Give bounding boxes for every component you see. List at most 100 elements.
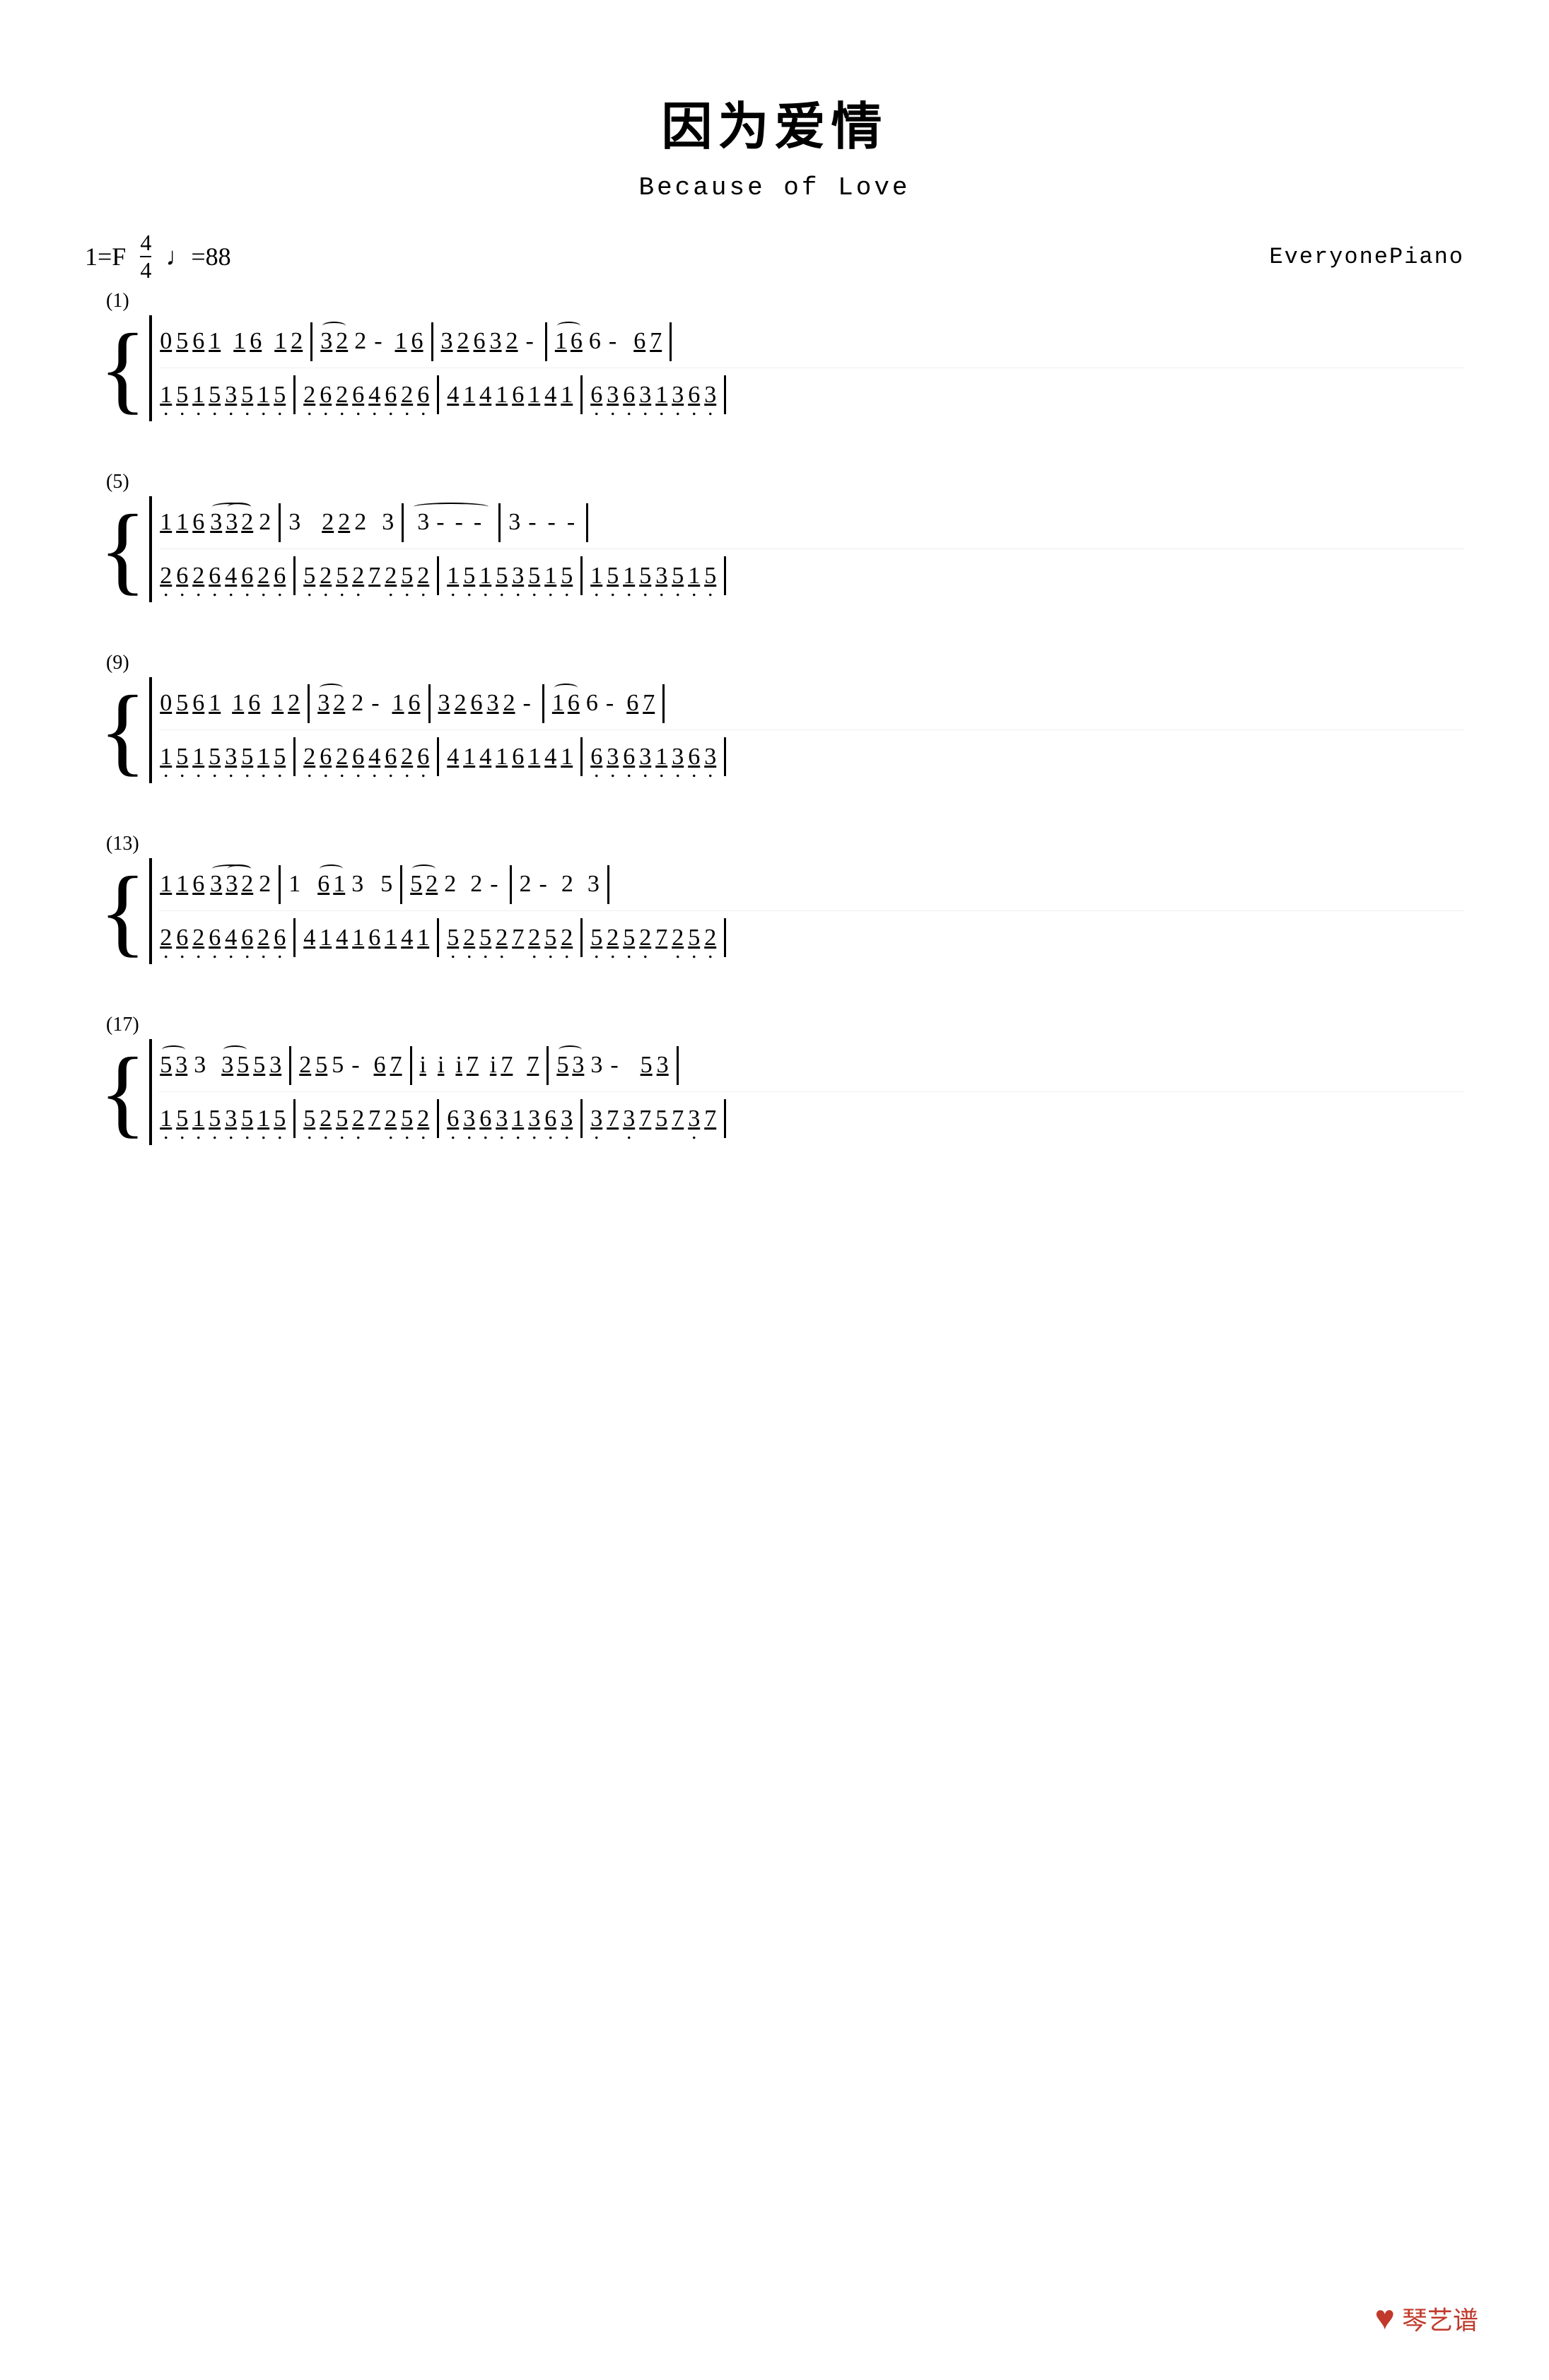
note: 2 [291, 326, 303, 357]
note: 1 [176, 507, 188, 538]
section-4: (13) { 1 1 6 3 3 2 2 [85, 833, 1464, 964]
brand-label: EveryonePiano [1269, 244, 1464, 270]
note: 3 [657, 1050, 669, 1081]
measure-4-upper: 1 6 6 - 6 7 [554, 326, 662, 357]
note: 2 [192, 922, 204, 954]
measure-14-upper: 1 6 1 3 5 [288, 869, 393, 900]
bar-line [510, 865, 512, 904]
bar-line-end [724, 375, 726, 414]
note: 6 [192, 507, 204, 538]
bar-line [279, 503, 281, 542]
note: 3 [590, 1050, 602, 1081]
note: 6 [317, 869, 329, 900]
dash: - [371, 690, 379, 717]
slur-group: 5 3 [556, 1050, 585, 1081]
slur-group: 3 5 [221, 1050, 250, 1081]
note: 2 [455, 688, 467, 719]
note: 4 [479, 380, 491, 411]
note: 2 [352, 561, 364, 592]
note: 2 [288, 688, 300, 719]
slur-group: 3 3 2 [209, 507, 254, 538]
note: 1 [233, 326, 245, 357]
dash: - [548, 509, 556, 536]
note: 6 [250, 326, 262, 357]
note: 6 [385, 380, 397, 411]
note: 3 [639, 741, 651, 773]
measure-3-upper: 3 2 6 3 2 - [440, 326, 538, 357]
measure-19-lower: 6 3 6 3 1 3 6 3 [446, 1103, 573, 1135]
measure-10-upper: 3 2 2 - 1 6 [317, 688, 421, 719]
note: 3 [225, 380, 237, 411]
note: 1 [561, 741, 573, 773]
measure-12-upper: 1 6 6 - 6 7 [551, 688, 655, 719]
note: 2 [257, 561, 269, 592]
note: 2 [417, 561, 429, 592]
note: 1 [352, 922, 364, 954]
bar-line [293, 737, 296, 776]
note: 6 [571, 326, 583, 357]
note: 2 [561, 869, 573, 900]
note: 6 [544, 1103, 556, 1135]
note: 4 [368, 741, 380, 773]
brace-3: { [99, 677, 146, 783]
note: 3 [672, 741, 684, 773]
note: 3 [210, 869, 222, 900]
note: 5 [590, 922, 602, 954]
logo-text: 琴艺谱 [1402, 2300, 1478, 2337]
note: 5 [176, 380, 188, 411]
note: 5 [544, 922, 556, 954]
bar-line [402, 503, 404, 542]
system-lines-4: 1 1 6 3 3 2 2 1 [149, 858, 1464, 964]
note: 2 [503, 688, 515, 719]
note: 7 [650, 326, 662, 357]
slur-group: 6 1 [317, 869, 346, 900]
brace-1: { [99, 315, 146, 421]
system-lines-1: 0 5 6 1 1 6 1 2 3 2 [149, 315, 1464, 421]
bar-line [293, 556, 296, 595]
brace-5: { [99, 1039, 146, 1145]
section-num-1: (1) [106, 290, 1464, 312]
note: 3 [382, 507, 394, 538]
note: 7 [639, 1103, 651, 1135]
note: 3 [655, 561, 667, 592]
note: 3 [351, 869, 363, 900]
measure-6-upper: 3 2 2 2 3 [288, 507, 394, 538]
note: 7 [643, 688, 655, 719]
lower-row-3: 1 5 1 5 3 5 1 5 2 6 2 6 4 6 2 [159, 730, 1464, 783]
note: 6 [411, 326, 423, 357]
note: 1 [688, 561, 700, 592]
note: 1 [496, 380, 508, 411]
note: 2 [259, 869, 271, 900]
key-label: 1=F [85, 242, 126, 271]
note: 1 [257, 741, 269, 773]
note: 6 [590, 380, 602, 411]
note: 3 [588, 869, 600, 900]
note: 3 [704, 380, 716, 411]
note: 2 [401, 741, 413, 773]
note: 6 [176, 561, 188, 592]
note: 5 [209, 1103, 221, 1135]
note: 3 [496, 1103, 508, 1135]
note: 1 [160, 869, 172, 900]
note: 5 [479, 922, 491, 954]
note: 4 [544, 741, 556, 773]
bar-line-end [662, 684, 665, 723]
note: 5 [336, 1103, 348, 1135]
system-3: { 0 5 6 1 1 6 1 2 3 [85, 677, 1464, 783]
note: 2 [160, 922, 172, 954]
note: 4 [447, 741, 459, 773]
note: 1 [561, 380, 573, 411]
note: 2 [336, 326, 348, 357]
note: 1 [555, 326, 567, 357]
note: 6 [176, 922, 188, 954]
note: 5 [274, 741, 286, 773]
slur-group: 5 2 [409, 869, 438, 900]
system-lines-5: 5 3 3 3 5 5 3 2 5 5 [149, 1039, 1464, 1145]
bar-line [308, 684, 310, 723]
bar-line-end [724, 737, 726, 776]
note: 6 [688, 741, 700, 773]
slur-group: 3 2 [320, 326, 349, 357]
note: 1 [209, 688, 221, 719]
bar-line [400, 865, 402, 904]
note: 5 [241, 1103, 253, 1135]
